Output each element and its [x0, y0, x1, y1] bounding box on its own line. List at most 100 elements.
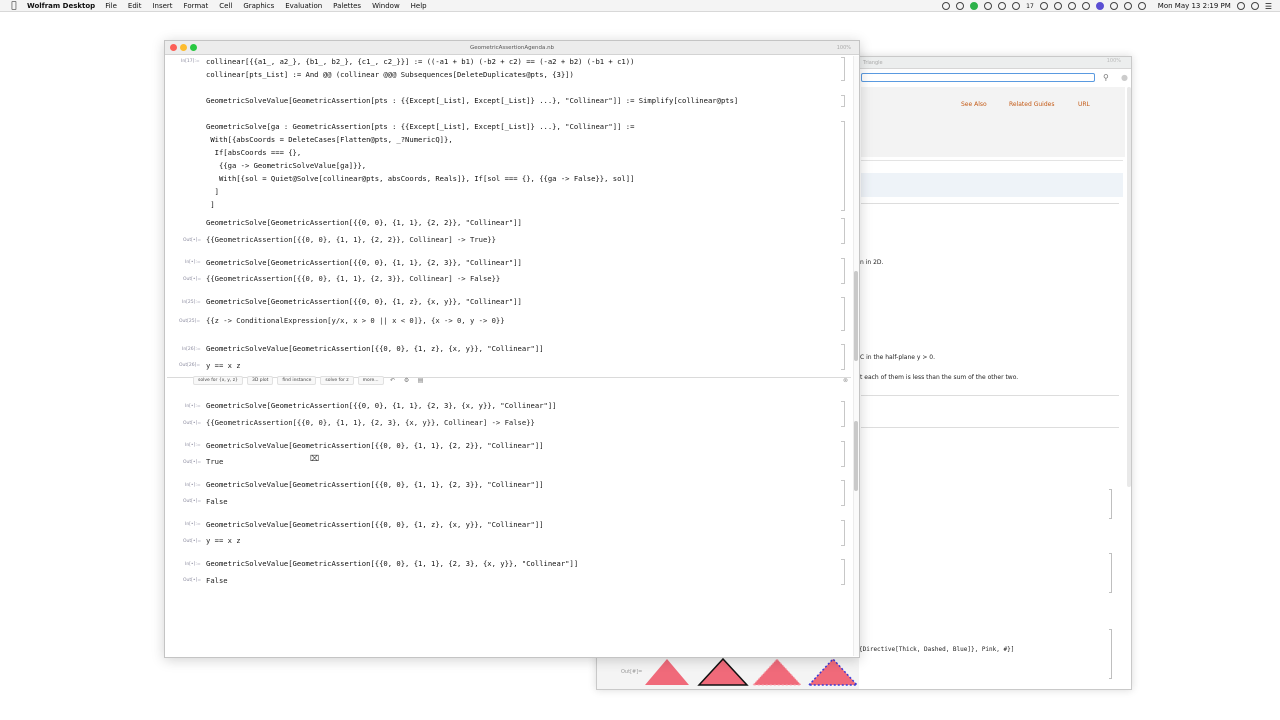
input-cell[interactable]: GeometricSolve[GeometricAssertion[{{0, 0… — [206, 401, 557, 410]
suggestion-find-instance[interactable]: find instance — [277, 376, 317, 385]
cloud-icon[interactable] — [956, 2, 965, 10]
triangle-graphics[interactable] — [641, 655, 863, 689]
cell-bracket[interactable] — [1109, 629, 1112, 679]
input-cell-line[interactable]: With[{sol = Quiet@Solve[collinear@pts, a… — [206, 174, 634, 183]
output-label: Out[•]= — [183, 539, 202, 544]
app-status-icon[interactable] — [1095, 2, 1104, 10]
bluetooth-icon[interactable] — [1067, 2, 1076, 10]
input-cell-line[interactable]: GeometricSolve[ga : GeometricAssertion[p… — [206, 122, 634, 131]
feedback-icon[interactable]: ▤ — [416, 377, 426, 385]
menu-format[interactable]: Format — [184, 2, 209, 10]
notebook-zoom[interactable]: 100% — [837, 41, 851, 55]
suggestion-solve-z[interactable]: solve for z — [320, 376, 354, 385]
menu-insert[interactable]: Insert — [152, 2, 172, 10]
doc-code-line: {Directive[Thick, Dashed, Blue]}, Pink, … — [859, 646, 1015, 653]
input-cell[interactable]: GeometricSolve[GeometricAssertion[{{0, 0… — [206, 297, 522, 306]
cell-bracket[interactable] — [1109, 489, 1112, 519]
menu-edit[interactable]: Edit — [128, 2, 142, 10]
input-cell-line[interactable]: collinear[pts_List] := And @@ (collinear… — [206, 70, 574, 79]
output-label: Out[•]= — [183, 277, 202, 282]
sound-icon[interactable] — [1123, 2, 1132, 10]
triangle-shape — [807, 657, 859, 686]
clear-search-icon[interactable]: ● — [1121, 73, 1128, 82]
cell-bracket[interactable] — [841, 520, 845, 546]
battery-icon[interactable] — [1137, 2, 1146, 10]
cell-bracket[interactable] — [841, 401, 845, 427]
input-cell[interactable]: GeometricSolve[GeometricAssertion[{{0, 0… — [206, 218, 522, 227]
output-cell: {{z -> ConditionalExpression[y/x, x > 0 … — [206, 316, 505, 325]
clock-icon[interactable] — [1053, 2, 1062, 10]
url-link[interactable]: URL — [1078, 101, 1090, 108]
input-cell-line[interactable]: GeometricSolveValue[GeometricAssertion[p… — [206, 96, 738, 105]
input-cell[interactable]: GeometricSolveValue[GeometricAssertion[{… — [206, 344, 544, 353]
cell-bracket[interactable] — [841, 559, 845, 585]
cell-bracket[interactable] — [841, 121, 845, 211]
output-cell: {{GeometricAssertion[{{0, 0}, {1, 1}, {2… — [206, 235, 496, 244]
menu-help[interactable]: Help — [411, 2, 427, 10]
cell-bracket[interactable] — [841, 258, 845, 284]
input-cell[interactable]: GeometricSolveValue[GeometricAssertion[{… — [206, 480, 544, 489]
menu-evaluation[interactable]: Evaluation — [285, 2, 322, 10]
menu-graphics[interactable]: Graphics — [243, 2, 274, 10]
doc-scrollbar[interactable] — [1127, 87, 1131, 487]
record-icon[interactable] — [942, 2, 951, 10]
menu-file[interactable]: File — [105, 2, 117, 10]
spotlight-icon[interactable] — [1236, 2, 1245, 10]
settings-icon[interactable]: ⚙ — [402, 377, 412, 385]
input-cell-line[interactable]: With[{absCoords = DeleteCases[Flatten@pt… — [206, 135, 452, 144]
menu-app-name[interactable]: Wolfram Desktop — [27, 2, 95, 10]
apple-icon[interactable]:  — [9, 1, 19, 11]
input-cell-line[interactable]: collinear[{{a1_, a2_}, {b1_, b2_}, {c1_,… — [206, 57, 634, 66]
shield-icon[interactable] — [984, 2, 993, 10]
input-cell-line[interactable]: If[absCoords === {}, — [206, 148, 302, 157]
mic-icon[interactable] — [998, 2, 1007, 10]
input-cell[interactable]: GeometricSolveValue[GeometricAssertion[{… — [206, 441, 544, 450]
search-icon[interactable]: ⚲ — [1103, 73, 1109, 82]
doc-search-input[interactable] — [861, 73, 1095, 82]
divider — [861, 427, 1119, 428]
menu-cell[interactable]: Cell — [219, 2, 232, 10]
notification-count[interactable]: 17 — [1026, 3, 1034, 10]
menu-palettes[interactable]: Palettes — [333, 2, 361, 10]
notebook-titlebar[interactable]: GeometricAssertionAgenda.nb 100% — [165, 41, 859, 55]
status-green-icon[interactable] — [970, 2, 979, 10]
cell-bracket[interactable] — [841, 218, 845, 244]
input-cell-line[interactable]: ] — [206, 187, 219, 196]
doc-window-zoom: 100% — [1106, 58, 1121, 64]
notification-center-icon[interactable]: ☰ — [1265, 2, 1272, 11]
suggestion-3d-plot[interactable]: 3D plot — [246, 376, 274, 385]
menu-clock[interactable]: Mon May 13 2:19 PM — [1158, 2, 1231, 10]
doc-text-line: t each of them is less than the sum of t… — [860, 374, 1019, 381]
cell-bracket[interactable] — [841, 297, 845, 331]
scrollbar-thumb[interactable] — [854, 271, 858, 361]
input-cell-line[interactable]: ] — [206, 200, 214, 209]
output-label: Out[•]= — [183, 238, 202, 243]
siri-icon[interactable] — [1250, 2, 1259, 10]
input-cell[interactable]: GeometricSolve[GeometricAssertion[{{0, 0… — [206, 258, 522, 267]
cell-bracket[interactable] — [841, 480, 845, 506]
suggestion-solve-xyz[interactable]: solve for {x, y, z} — [193, 376, 243, 385]
cell-bracket[interactable] — [841, 57, 845, 81]
notebook-window[interactable]: GeometricAssertionAgenda.nb 100% In[17]:… — [164, 40, 860, 658]
output-label: Out[•]= — [183, 421, 202, 426]
wifi-icon[interactable] — [1109, 2, 1118, 10]
input-cell[interactable]: GeometricSolveValue[GeometricAssertion[{… — [206, 520, 544, 529]
cell-bracket[interactable] — [1109, 553, 1112, 593]
scrollbar-thumb[interactable] — [854, 421, 858, 491]
suggestion-more[interactable]: more... — [357, 376, 384, 385]
cell-bracket[interactable] — [841, 95, 845, 107]
output-label: Out[25]= — [179, 319, 201, 324]
cell-bracket[interactable] — [841, 344, 845, 370]
record-dot-icon[interactable] — [1081, 2, 1090, 10]
cell-bracket[interactable] — [841, 441, 845, 467]
back-icon[interactable]: ↶ — [388, 377, 398, 385]
info-icon[interactable] — [1039, 2, 1048, 10]
see-also-link[interactable]: See Also — [961, 101, 987, 108]
doc-usage-row — [861, 173, 1123, 197]
related-guides-link[interactable]: Related Guides — [1009, 101, 1054, 108]
menu-window[interactable]: Window — [372, 2, 400, 10]
input-cell-line[interactable]: {{ga -> GeometricSolveValue[ga]}}, — [206, 161, 366, 170]
dropbox-icon[interactable] — [1012, 2, 1021, 10]
close-suggestions-icon[interactable]: ⊗ — [843, 377, 848, 384]
input-cell[interactable]: GeometricSolveValue[GeometricAssertion[{… — [206, 559, 578, 568]
